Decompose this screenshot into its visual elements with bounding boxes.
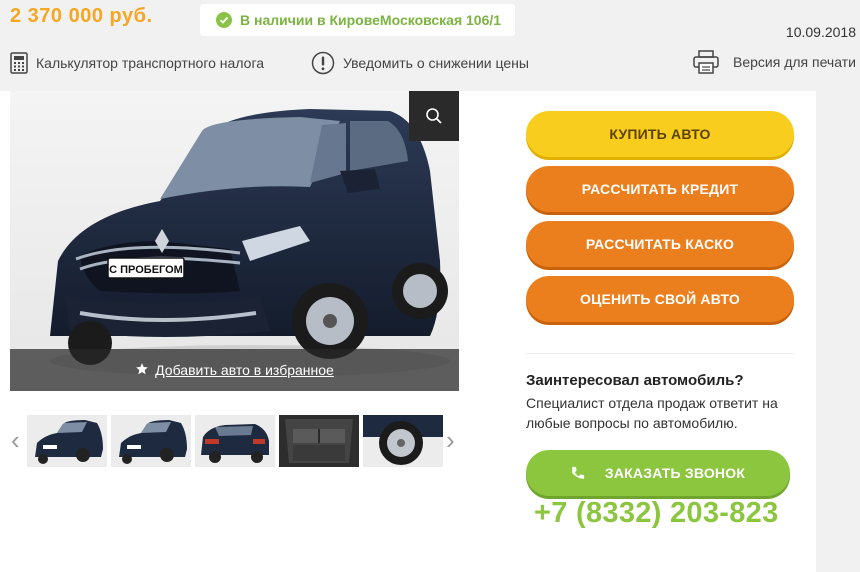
zoom-button[interactable]: [409, 91, 459, 141]
alert-circle-icon: [311, 51, 335, 75]
tax-calculator-link[interactable]: Калькулятор транспортного налога: [10, 52, 264, 74]
listing-date: 10.09.2018: [785, 24, 856, 40]
price: 2 370 000 руб.: [10, 5, 153, 27]
used-badge: С ПРОБЕГОМ: [109, 264, 183, 276]
thumbnail[interactable]: [111, 415, 191, 467]
availability-badge: В наличии в КировеМосковская 106/1: [200, 4, 516, 36]
thumbnail[interactable]: [363, 415, 443, 467]
thumbnail[interactable]: [27, 415, 107, 467]
print-version-label: Версия для печати: [733, 54, 856, 70]
buy-car-button[interactable]: КУПИТЬ АВТО: [526, 111, 794, 157]
tax-calculator-label: Калькулятор транспортного налога: [36, 55, 265, 71]
main-car-photo[interactable]: С ПРОБЕГОМ Добавить авто в избранное: [10, 91, 459, 391]
price-drop-notify-link[interactable]: Уведомить о снижении цены: [311, 51, 529, 75]
printer-icon: [693, 50, 719, 74]
divider: [526, 353, 794, 354]
price-drop-notify-label: Уведомить о снижении цены: [343, 55, 529, 71]
photo-gallery: С ПРОБЕГОМ Добавить авто в избранное ‹ ›: [0, 91, 516, 572]
calculate-credit-button[interactable]: РАССЧИТАТЬ КРЕДИТ: [526, 166, 794, 212]
car-image: С ПРОБЕГОМ: [10, 91, 459, 391]
actions-panel: КУПИТЬ АВТО РАССЧИТАТЬ КРЕДИТ РАССЧИТАТЬ…: [516, 91, 816, 572]
chevron-left-icon[interactable]: ‹: [11, 425, 20, 456]
add-to-favorites[interactable]: Добавить авто в избранное: [10, 349, 459, 391]
request-call-button[interactable]: ЗАКАЗАТЬ ЗВОНОК: [526, 450, 790, 496]
print-version-link[interactable]: Версия для печати: [693, 50, 856, 74]
check-circle-icon: [216, 12, 232, 28]
contact-text: Специалист отдела продаж ответит на любы…: [526, 395, 778, 431]
calculator-icon: [10, 52, 28, 74]
thumbnail[interactable]: [279, 415, 359, 467]
phone-icon: [572, 466, 585, 479]
calculate-kasko-button[interactable]: РАССЧИТАТЬ КАСКО: [526, 221, 794, 267]
phone-number[interactable]: +7 (8332) 203-823: [534, 497, 779, 530]
trade-in-button[interactable]: ОЦЕНИТЬ СВОЙ АВТО: [526, 276, 794, 322]
tools-bar: Калькулятор транспортного налога Уведоми…: [0, 50, 860, 78]
request-call-label: ЗАКАЗАТЬ ЗВОНОК: [604, 465, 746, 481]
search-icon: [426, 108, 442, 124]
availability-text: В наличии в КировеМосковская 106/1: [240, 12, 502, 28]
thumbnail-strip: ‹ ›: [0, 413, 470, 469]
star-icon: [135, 362, 149, 379]
contact-title: Заинтересовал автомобиль?: [526, 372, 744, 389]
thumbnail[interactable]: [195, 415, 275, 467]
chevron-right-icon[interactable]: ›: [446, 425, 455, 456]
add-to-favorites-label: Добавить авто в избранное: [155, 362, 334, 378]
